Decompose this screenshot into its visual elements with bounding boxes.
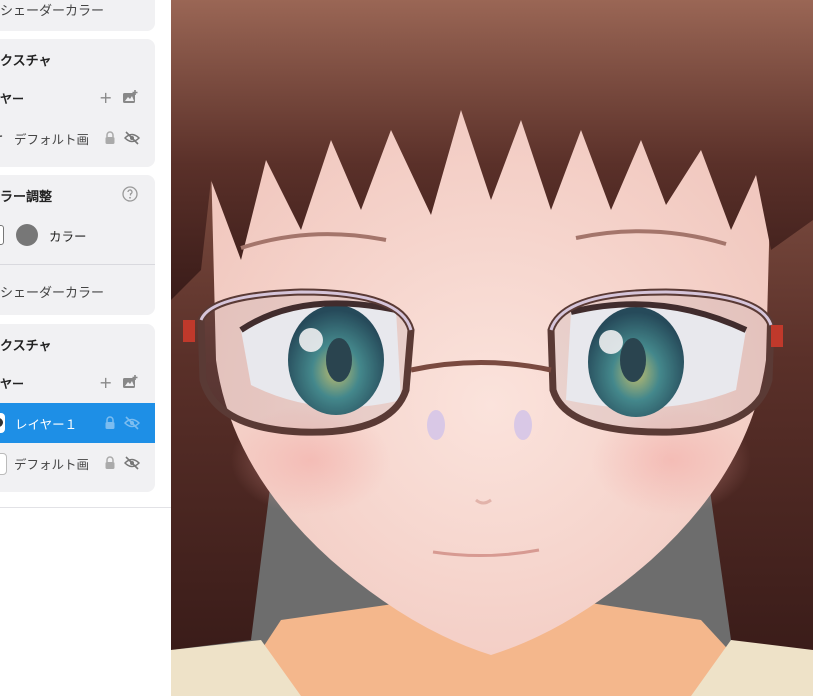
help-circle-icon[interactable] [122,186,138,205]
layer-name: デフォルト画 [14,456,90,472]
layer-thumbnail [0,453,7,475]
color-checkbox[interactable] [0,225,4,245]
shader-color-label-2[interactable]: シェーダーカラー [0,282,104,301]
layer-thumbnail: ᢕ [0,128,6,148]
panel-divider [0,507,171,508]
add-image-icon[interactable] [122,90,138,107]
color-label: カラー [49,228,87,244]
plus-icon[interactable]: + [99,375,112,391]
layer-row-selected[interactable]: レイヤー１ [0,403,155,443]
add-image-icon[interactable] [122,375,138,392]
color-swatch[interactable] [16,224,38,246]
layer-row[interactable]: ᢕ デフォルト画 [0,126,155,150]
eye-off-icon[interactable] [123,131,141,148]
layer-name: レイヤー１ [15,416,78,432]
texture-section-title-2: クスチャ [0,338,52,354]
texture-card-2: クスチャ ヤー + レイヤー１ デフォルト画 [0,324,155,492]
color-adjust-title: ラー調整 [0,189,53,205]
texture-card-1: クスチャ ヤー + ᢕ デフォルト画 [0,39,155,167]
plus-icon[interactable]: + [99,90,112,106]
texture-section-title: クスチャ [0,53,52,69]
lock-icon[interactable] [104,416,116,433]
lock-icon[interactable] [104,131,116,148]
3d-viewport[interactable] [171,0,813,696]
layer-header-label: ヤー [0,91,25,106]
color-adjust-card: ラー調整 カラー シェーダーカラー [0,175,155,315]
shader-color-card: シェーダーカラー [0,0,155,31]
eye-off-icon[interactable] [123,456,141,473]
shader-color-label[interactable]: シェーダーカラー [0,0,104,19]
avatar-preview [171,0,813,696]
layer-row[interactable]: デフォルト画 [0,451,155,475]
eye-off-icon[interactable] [123,416,141,433]
properties-panel: シェーダーカラー クスチャ ヤー + ᢕ デフォルト画 ラー調整 [0,0,171,696]
lock-icon[interactable] [104,456,116,473]
layer-thumbnail [0,413,5,433]
layer-header-label-2: ヤー [0,376,25,391]
layer-name: デフォルト画 [14,131,90,147]
